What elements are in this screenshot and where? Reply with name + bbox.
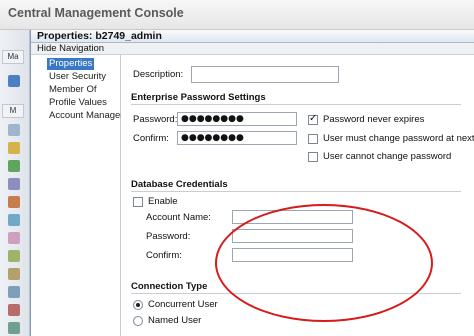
nav-item-member-of[interactable]: Member Of <box>49 84 97 96</box>
enterprise-confirm-field[interactable]: ●●●●●●●● <box>177 131 297 145</box>
dialog-navigation: Properties User Security Member Of Profi… <box>31 55 123 336</box>
hide-navigation-bar[interactable]: Hide Navigation <box>31 43 474 55</box>
concurrent-user-label: Concurrent User <box>148 299 218 310</box>
enterprise-password-heading: Enterprise Password Settings <box>131 92 266 103</box>
cmc-left-rail: Ma M <box>0 30 30 336</box>
hide-navigation-link[interactable]: Hide Navigation <box>37 43 104 55</box>
database-confirm-field[interactable] <box>232 248 353 262</box>
rail-tab[interactable]: Ma <box>2 50 24 64</box>
rail-calendar-icon[interactable] <box>8 196 20 208</box>
password-never-expires-label: Password never expires <box>323 114 425 125</box>
rail-folder-icon[interactable] <box>8 142 20 154</box>
rail-license-icon[interactable] <box>8 250 20 262</box>
rail-category-icon[interactable] <box>8 232 20 244</box>
rail-server-icon[interactable] <box>8 160 20 172</box>
app-header: Central Management Console <box>0 0 474 30</box>
dialog-title: Properties: b2749_admin <box>37 30 162 42</box>
must-change-password-checkbox[interactable] <box>308 134 318 144</box>
rail-users-icon[interactable] <box>8 124 20 136</box>
nav-item-profile-values[interactable]: Profile Values <box>49 97 107 109</box>
database-enable-label: Enable <box>148 196 178 207</box>
password-never-expires-checkbox[interactable] <box>308 113 318 125</box>
connection-type-heading: Connection Type <box>131 281 208 292</box>
concurrent-user-radio[interactable] <box>133 300 143 310</box>
properties-content: Description: Enterprise Password Setting… <box>121 55 474 336</box>
rail-inbox-icon[interactable] <box>8 214 20 226</box>
rail-tab[interactable]: M <box>2 104 24 118</box>
nav-item-properties[interactable]: Properties <box>47 58 95 70</box>
section-divider <box>131 293 461 294</box>
named-user-radio[interactable] <box>133 316 143 326</box>
enterprise-confirm-label: Confirm: <box>133 133 169 144</box>
cannot-change-password-label: User cannot change password <box>323 151 452 162</box>
account-name-label: Account Name: <box>146 212 211 223</box>
app-title: Central Management Console <box>8 6 184 20</box>
must-change-password-label: User must change password at next logon <box>323 133 474 144</box>
enterprise-password-field[interactable]: ●●●●●●●● <box>177 112 297 126</box>
nav-item-user-security[interactable]: User Security <box>49 71 106 83</box>
enterprise-password-label: Password: <box>133 114 178 125</box>
dialog-title-bar[interactable]: Properties: b2749_admin <box>31 30 474 43</box>
section-divider <box>131 104 461 105</box>
rail-security-icon[interactable] <box>8 304 20 316</box>
nav-item-account-manager[interactable]: Account Manager <box>49 110 123 122</box>
database-credentials-heading: Database Credentials <box>131 179 228 190</box>
database-password-field[interactable] <box>232 229 353 243</box>
database-enable-checkbox[interactable] <box>133 197 143 207</box>
description-field[interactable] <box>191 66 339 83</box>
section-divider <box>131 191 461 192</box>
cannot-change-password-checkbox[interactable] <box>308 152 318 162</box>
rail-federation-icon[interactable] <box>8 286 20 298</box>
account-name-field[interactable] <box>232 210 353 224</box>
rail-home-icon[interactable] <box>8 75 20 87</box>
description-label: Description: <box>133 69 184 80</box>
properties-dialog: Properties: b2749_admin Hide Navigation … <box>30 30 474 336</box>
rail-audit-icon[interactable] <box>8 268 20 280</box>
rail-application-icon[interactable] <box>8 322 20 334</box>
database-confirm-label: Confirm: <box>146 250 182 261</box>
database-password-label: Password: <box>146 231 191 242</box>
named-user-label: Named User <box>148 315 202 326</box>
rail-settings-icon[interactable] <box>8 178 20 190</box>
